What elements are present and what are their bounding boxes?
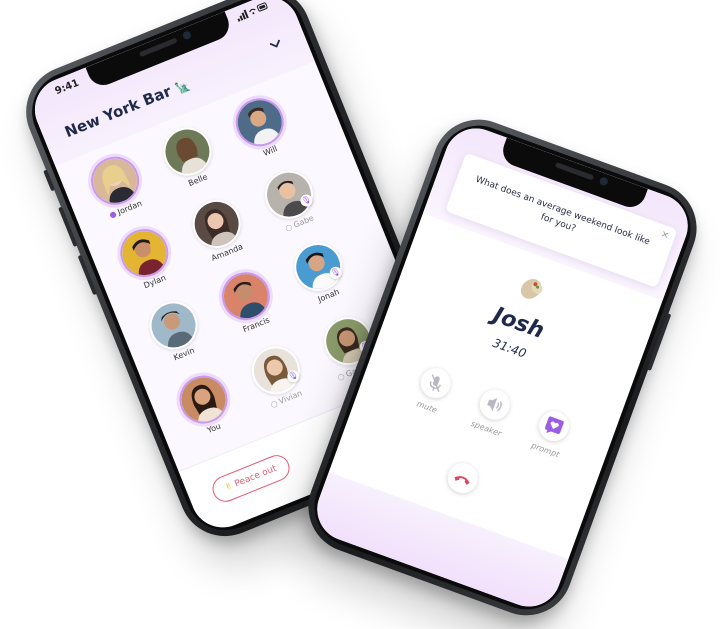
prompt-heart-icon [544, 416, 564, 435]
mute-button[interactable] [416, 363, 455, 403]
peace-out-button[interactable]: ✌ Peace out [208, 451, 294, 506]
control-label: speaker [469, 418, 503, 439]
control-label: prompt [530, 440, 561, 460]
phone-hangup-icon [454, 475, 470, 485]
prompt-control[interactable]: prompt [516, 402, 588, 465]
peace-out-label: Peace out [233, 463, 279, 490]
prompt-button[interactable] [534, 406, 574, 446]
control-label: mute [415, 399, 439, 415]
promo-stage: 9:41 New York Bar 🗽 ●Jordan Belle Will D… [0, 0, 720, 629]
speaker-button[interactable] [475, 385, 515, 424]
close-icon[interactable]: × [659, 228, 671, 241]
mute-control[interactable]: mute [397, 359, 469, 422]
mic-off-icon [429, 374, 441, 392]
peace-hand-icon: ✌ [223, 481, 235, 494]
speaker-control[interactable]: speaker [456, 380, 528, 443]
speaker-icon [487, 398, 502, 412]
hangup-button[interactable] [443, 458, 482, 498]
burrito-icon [520, 278, 542, 299]
